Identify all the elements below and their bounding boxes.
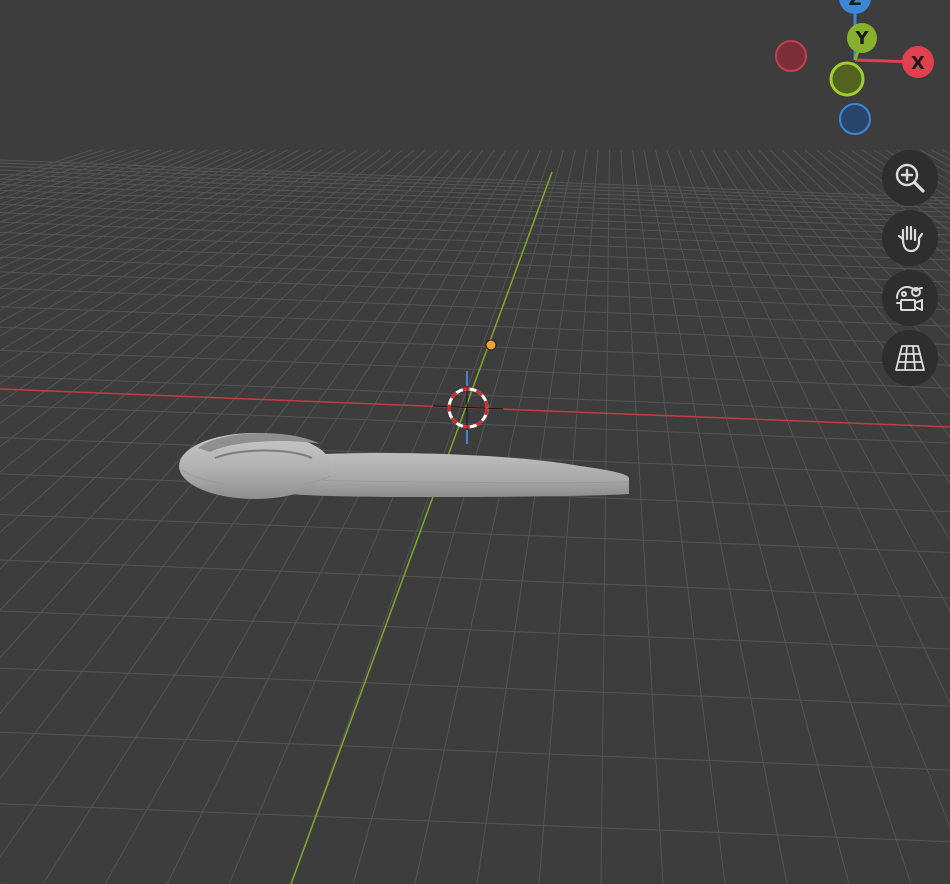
- gizmo-y-label: Y: [854, 28, 869, 49]
- pan-button[interactable]: [882, 210, 938, 266]
- gizmo-x-label: X: [911, 53, 925, 74]
- zoom-in-icon: [893, 161, 927, 195]
- grid-icon: [893, 341, 927, 375]
- camera-icon: [892, 281, 928, 315]
- mesh-tail: [290, 453, 629, 497]
- 3d-cursor[interactable]: [432, 371, 504, 444]
- object-origin-dot[interactable]: [485, 339, 497, 351]
- mesh-object[interactable]: [179, 433, 630, 499]
- gizmo-neg-z-ball[interactable]: [839, 103, 871, 135]
- navigation-gizmo[interactable]: Y Z X: [775, 0, 934, 135]
- zoom-button[interactable]: [882, 150, 938, 206]
- gizmo-neg-y-ball[interactable]: [829, 61, 865, 97]
- gizmo-neg-x-ball[interactable]: [775, 40, 807, 72]
- hand-icon: [893, 221, 927, 255]
- gizmo-z-label: Z: [848, 0, 861, 10]
- perspective-toggle-button[interactable]: [882, 330, 938, 386]
- 3d-viewport[interactable]: Y Z X: [0, 0, 950, 884]
- viewport-scene[interactable]: Y Z X: [0, 0, 950, 884]
- camera-view-button[interactable]: [882, 270, 938, 326]
- mesh-dome: [179, 433, 331, 499]
- floor-grid: [0, 149, 950, 884]
